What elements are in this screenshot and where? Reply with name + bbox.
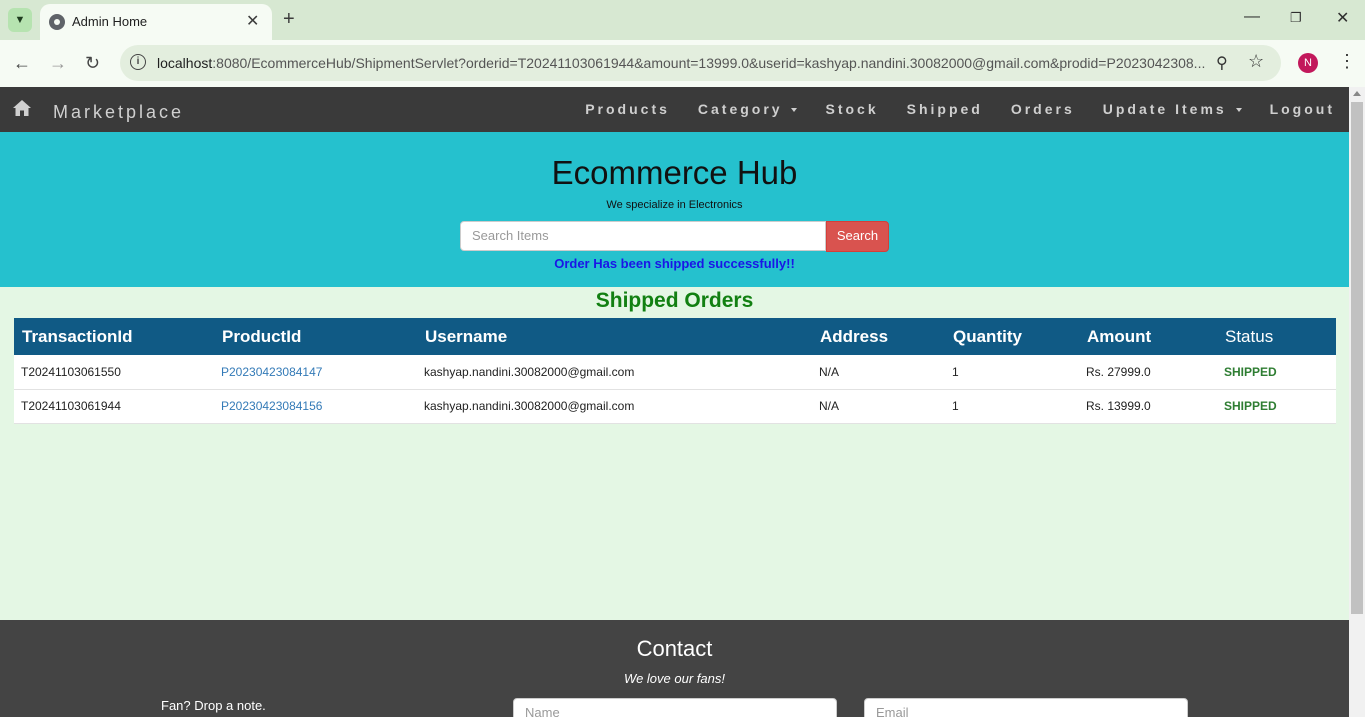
product-id-cell: P20230423084156 bbox=[214, 389, 417, 424]
footer-title: Contact bbox=[636, 636, 713, 661]
column-header-product-id: ProductId bbox=[214, 318, 417, 355]
column-header-username: Username bbox=[417, 318, 812, 355]
transaction-id-cell: T20241103061944 bbox=[14, 389, 214, 424]
product-id-link[interactable]: P20230423084147 bbox=[221, 365, 322, 379]
favicon-icon bbox=[49, 14, 65, 30]
scroll-thumb[interactable] bbox=[1351, 102, 1363, 614]
nav-item-label: Logout bbox=[1269, 101, 1335, 117]
minimize-icon[interactable]: — bbox=[1244, 8, 1260, 26]
product-id-link[interactable]: P20230423084156 bbox=[221, 399, 322, 413]
nav-item-category[interactable]: Category bbox=[698, 101, 798, 117]
nav-item-label: Orders bbox=[1010, 101, 1075, 117]
avatar[interactable]: N bbox=[1298, 53, 1318, 73]
kebab-icon[interactable]: ⋮ bbox=[1338, 51, 1356, 72]
nav-item-logout[interactable]: Logout bbox=[1270, 101, 1335, 117]
table-row: T20241103061550 P20230423084147 kashyap.… bbox=[14, 355, 1336, 390]
site-navbar: Marketplace Products Category Stock Ship… bbox=[0, 87, 1349, 132]
hero-banner: Ecommerce Hub We specialize in Electroni… bbox=[0, 132, 1349, 287]
nav-item-label: Shipped bbox=[906, 101, 983, 117]
nav-menu: Products Category Stock Shipped Orders U… bbox=[585, 101, 1335, 117]
nav-item-shipped[interactable]: Shipped bbox=[907, 101, 983, 117]
column-header-status: Status bbox=[1217, 318, 1336, 355]
name-field[interactable]: Name bbox=[513, 698, 837, 717]
column-header-amount: Amount bbox=[1079, 318, 1217, 355]
zoom-icon[interactable]: ⚲ bbox=[1216, 53, 1228, 73]
browser-tab-bar: ▼ Admin Home ✕ + — ❐ ✕ bbox=[0, 0, 1365, 40]
restore-icon[interactable]: ❐ bbox=[1290, 10, 1302, 26]
back-icon[interactable]: ← bbox=[13, 53, 31, 74]
column-header-quantity: Quantity bbox=[945, 318, 1079, 355]
forward-icon[interactable]: → bbox=[49, 53, 67, 74]
page-title: Ecommerce Hub bbox=[551, 154, 798, 191]
nav-item-stock[interactable]: Stock bbox=[825, 101, 878, 117]
brand-link[interactable]: Marketplace bbox=[53, 102, 184, 123]
search-button[interactable]: Search bbox=[826, 221, 889, 252]
nav-item-orders[interactable]: Orders bbox=[1011, 101, 1075, 117]
footer-note: Fan? Drop a note. bbox=[161, 698, 266, 713]
footer-subtitle: We love our fans! bbox=[624, 671, 725, 686]
star-icon[interactable]: ☆ bbox=[1248, 51, 1264, 72]
quantity-cell: 1 bbox=[945, 355, 1079, 390]
contact-footer: Contact We love our fans! Fan? Drop a no… bbox=[0, 620, 1349, 717]
status-badge: SHIPPED bbox=[1217, 389, 1336, 424]
shipped-orders-table: TransactionId ProductId Username Address… bbox=[14, 318, 1336, 424]
column-header-address: Address bbox=[812, 318, 945, 355]
nav-item-label: Category bbox=[697, 101, 783, 117]
nav-item-update-items[interactable]: Update Items bbox=[1103, 101, 1242, 117]
url-host: localhost bbox=[157, 55, 213, 71]
plus-icon[interactable]: + bbox=[283, 8, 295, 31]
search-input[interactable]: Search Items bbox=[460, 221, 826, 251]
window-close-icon[interactable]: ✕ bbox=[1336, 8, 1349, 28]
hero-subtitle: We specialize in Electronics bbox=[606, 199, 743, 211]
amount-cell: Rs. 13999.0 bbox=[1079, 389, 1217, 424]
success-message: Order Has been shipped successfully!! bbox=[554, 256, 795, 271]
site-info-icon[interactable]: i bbox=[130, 54, 146, 70]
nav-item-products[interactable]: Products bbox=[585, 101, 670, 117]
caret-down-icon bbox=[1235, 108, 1242, 113]
url-text[interactable]: localhost:8080/EcommerceHub/ShipmentServ… bbox=[157, 55, 1207, 71]
username-cell: kashyap.nandini.30082000@gmail.com bbox=[417, 355, 812, 390]
tab-title: Admin Home bbox=[72, 14, 148, 29]
scroll-up-icon[interactable] bbox=[1353, 91, 1361, 96]
username-cell: kashyap.nandini.30082000@gmail.com bbox=[417, 389, 812, 424]
browser-tab[interactable]: Admin Home ✕ bbox=[40, 4, 272, 40]
page-scrollbar[interactable] bbox=[1349, 87, 1365, 717]
section-title: Shipped Orders bbox=[595, 289, 754, 312]
address-bar[interactable]: i localhost:8080/EcommerceHub/ShipmentSe… bbox=[120, 45, 1281, 81]
home-icon[interactable] bbox=[13, 100, 31, 116]
reload-icon[interactable]: ↻ bbox=[85, 53, 100, 74]
nav-item-label: Update Items bbox=[1102, 101, 1227, 117]
address-cell: N/A bbox=[812, 355, 945, 390]
product-id-cell: P20230423084147 bbox=[214, 355, 417, 390]
tab-menu-icon[interactable]: ▼ bbox=[8, 8, 32, 32]
nav-item-label: Stock bbox=[825, 101, 879, 117]
address-cell: N/A bbox=[812, 389, 945, 424]
browser-toolbar: ← → ↻ i localhost:8080/EcommerceHub/Ship… bbox=[0, 40, 1365, 87]
quantity-cell: 1 bbox=[945, 389, 1079, 424]
table-header-row: TransactionId ProductId Username Address… bbox=[14, 318, 1336, 355]
url-path: :8080/EcommerceHub/ShipmentServlet?order… bbox=[212, 55, 1206, 71]
status-badge: SHIPPED bbox=[1217, 355, 1336, 390]
close-icon[interactable]: ✕ bbox=[246, 11, 259, 31]
table-row: T20241103061944 P20230423084156 kashyap.… bbox=[14, 389, 1336, 424]
nav-item-label: Products bbox=[585, 101, 670, 117]
email-field[interactable]: Email bbox=[864, 698, 1188, 717]
caret-down-icon bbox=[791, 108, 798, 113]
transaction-id-cell: T20241103061550 bbox=[14, 355, 214, 390]
amount-cell: Rs. 27999.0 bbox=[1079, 355, 1217, 390]
column-header-transaction-id: TransactionId bbox=[14, 318, 214, 355]
page-content: Marketplace Products Category Stock Ship… bbox=[0, 87, 1349, 717]
